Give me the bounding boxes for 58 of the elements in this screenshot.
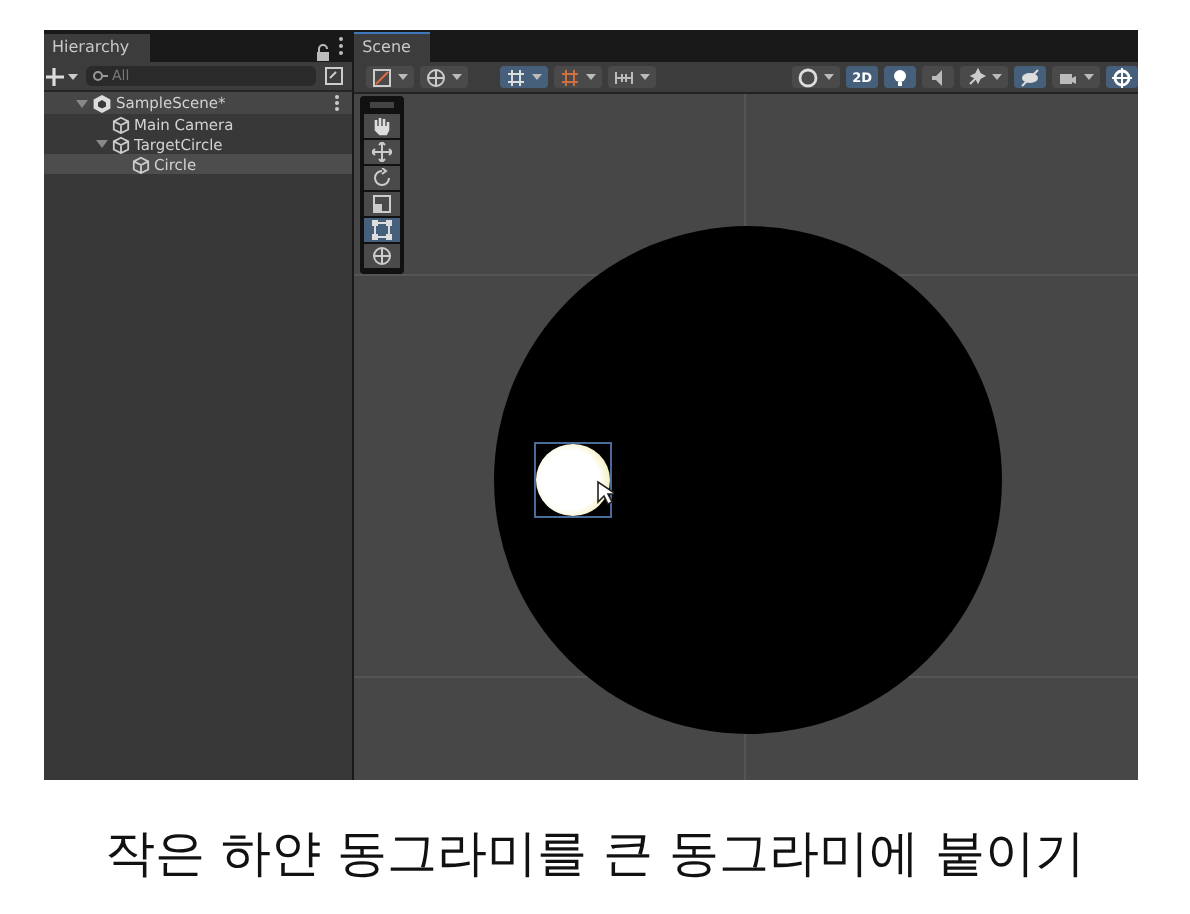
toolbar-button[interactable] bbox=[1014, 66, 1046, 88]
expand-arrow-icon[interactable] bbox=[76, 97, 88, 109]
light-bulb-icon bbox=[890, 67, 910, 87]
lock-icon[interactable] bbox=[316, 44, 331, 62]
toolbar-button[interactable] bbox=[366, 66, 415, 88]
more-icon[interactable] bbox=[338, 36, 345, 56]
scale-icon bbox=[372, 194, 393, 214]
toolbar-button[interactable] bbox=[792, 66, 841, 88]
toolbar-button[interactable] bbox=[608, 66, 657, 88]
toolbar-button[interactable] bbox=[922, 66, 954, 88]
toolbar-button[interactable] bbox=[500, 66, 549, 88]
cube-icon bbox=[112, 135, 130, 153]
gizmo-icon bbox=[1112, 67, 1132, 87]
add-icon[interactable] bbox=[46, 67, 78, 85]
dropdown-arrow-icon bbox=[586, 74, 597, 80]
globe-icon bbox=[426, 67, 447, 87]
dropdown-arrow-icon bbox=[640, 74, 651, 80]
dropdown-arrow-icon bbox=[992, 74, 1002, 80]
dropdown-arrow-icon bbox=[824, 74, 835, 80]
sphere-icon bbox=[798, 67, 819, 87]
dropdown-arrow-icon bbox=[398, 74, 409, 80]
caption: 작은 하얀 동그라미를 큰 동그라미에 붙이기 bbox=[103, 822, 1087, 886]
dropdown-arrow-icon bbox=[452, 74, 463, 80]
toolbar-button[interactable] bbox=[554, 66, 603, 88]
scene-tab[interactable]: Scene bbox=[354, 32, 431, 62]
tool-button[interactable] bbox=[364, 244, 401, 268]
speaker-icon bbox=[928, 67, 948, 87]
hand-icon bbox=[372, 116, 393, 136]
toolbar-button[interactable] bbox=[960, 66, 1008, 88]
tool-button[interactable] bbox=[364, 114, 401, 138]
hierarchy-tab[interactable]: Hierarchy bbox=[44, 34, 150, 62]
tool-button[interactable] bbox=[364, 166, 401, 190]
more-icon[interactable] bbox=[334, 94, 341, 112]
toolbar-button[interactable] bbox=[884, 66, 916, 88]
sparkle-icon bbox=[966, 67, 986, 87]
ruler-icon bbox=[614, 67, 635, 87]
search-icon bbox=[92, 70, 108, 82]
toolbar-button[interactable] bbox=[1106, 66, 1138, 88]
rect-tool-icon bbox=[372, 220, 393, 240]
grid-icon bbox=[506, 67, 527, 87]
toolbar-button[interactable] bbox=[420, 66, 469, 88]
grid-icon bbox=[560, 67, 581, 87]
rotate-icon bbox=[372, 168, 393, 188]
draw-mode-icon bbox=[372, 67, 393, 87]
dropdown-arrow-icon bbox=[532, 74, 543, 80]
eye-slash-icon bbox=[1020, 67, 1040, 87]
tool-button[interactable] bbox=[364, 140, 401, 164]
cursor-icon bbox=[596, 480, 615, 506]
cube-icon bbox=[132, 155, 150, 173]
tool-button[interactable] bbox=[364, 192, 401, 216]
cube-icon bbox=[112, 115, 130, 133]
search-options-icon[interactable] bbox=[324, 66, 345, 86]
tool-button[interactable] bbox=[364, 218, 401, 242]
move-icon bbox=[372, 142, 393, 162]
expand-arrow-icon[interactable] bbox=[96, 138, 108, 150]
toolbar-button[interactable] bbox=[1052, 66, 1100, 88]
dropdown-arrow-icon bbox=[1084, 74, 1094, 80]
transform-icon bbox=[372, 246, 393, 266]
